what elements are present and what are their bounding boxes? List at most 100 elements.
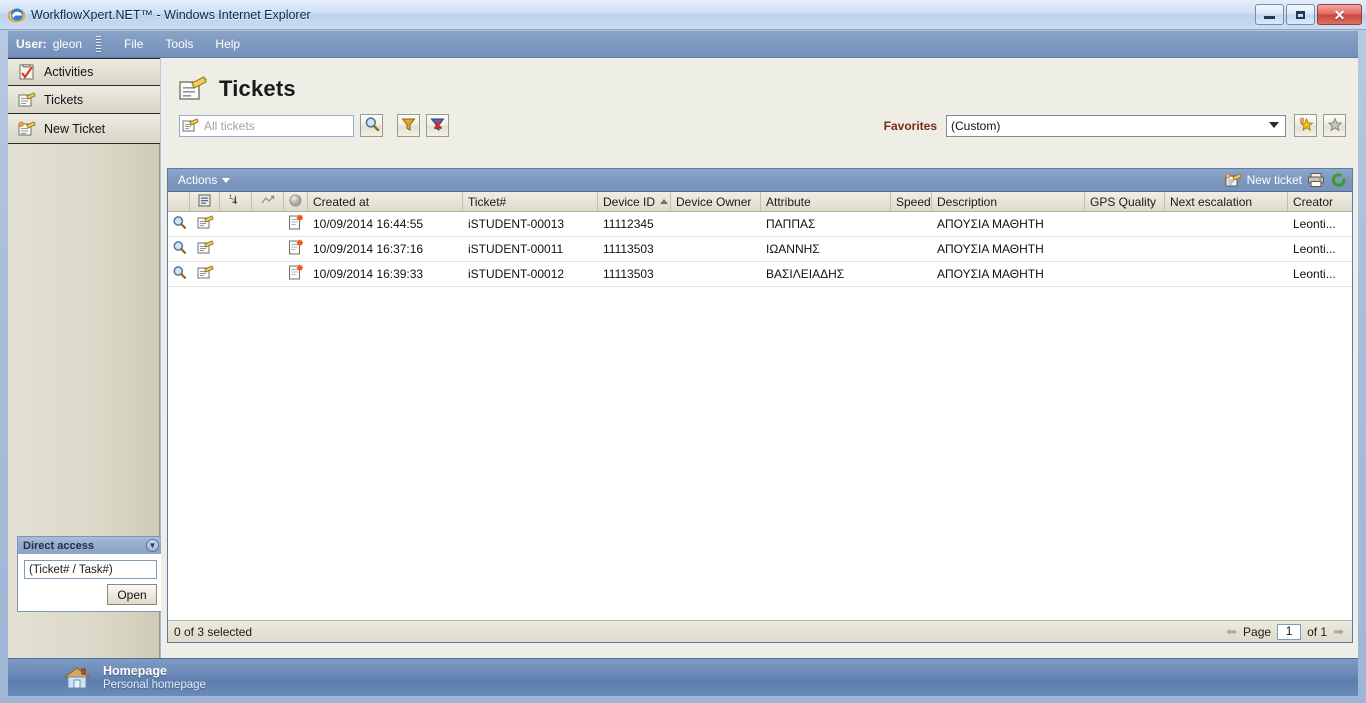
- funnel-clear-icon: [430, 117, 445, 135]
- user-menu-bar: User: gleon File Tools Help: [8, 31, 1358, 58]
- grid-header-created_at[interactable]: Created at: [308, 192, 463, 211]
- new-ticket-icon: [1225, 172, 1242, 188]
- add-favorite-button[interactable]: [1294, 114, 1317, 137]
- grid-header-device_owner[interactable]: Device Owner: [671, 192, 761, 211]
- new-document-icon: [288, 264, 305, 284]
- search-button[interactable]: [360, 114, 383, 137]
- search-input[interactable]: [200, 116, 361, 135]
- remove-favorite-button[interactable]: [1323, 114, 1346, 137]
- magnifier-icon[interactable]: [172, 240, 187, 258]
- ticket-icon[interactable]: [197, 240, 214, 258]
- ticket-box-icon: [182, 118, 200, 133]
- page-header: Tickets: [161, 58, 1358, 102]
- direct-access-header: Direct access ▼: [18, 537, 163, 554]
- ticket-icon: [18, 91, 36, 108]
- grid-header-creator[interactable]: Creator: [1288, 192, 1358, 211]
- column-label: Speed: [896, 194, 931, 209]
- grid-header-device_id[interactable]: Device ID: [598, 192, 671, 211]
- maximize-icon: [1296, 10, 1305, 19]
- clear-filter-button[interactable]: [426, 114, 449, 137]
- cell-details[interactable]: [190, 212, 220, 236]
- open-button[interactable]: Open: [107, 584, 157, 605]
- sidebar-item-tickets[interactable]: Tickets: [8, 86, 160, 114]
- cell-open[interactable]: [168, 212, 190, 236]
- cell-open[interactable]: [168, 262, 190, 286]
- user-label: User:: [16, 37, 47, 51]
- direct-access-input[interactable]: [24, 560, 157, 579]
- grid-header-description[interactable]: Description: [932, 192, 1085, 211]
- page-title: Tickets: [219, 76, 296, 101]
- new-ticket-button[interactable]: New ticket: [1225, 172, 1302, 188]
- menu-item-file[interactable]: File: [113, 33, 154, 55]
- grid-toolbar-right: New ticket: [1225, 172, 1348, 188]
- grid-header-flag[interactable]: [284, 192, 308, 211]
- sidebar-item-label: Activities: [44, 65, 94, 79]
- checklist-icon: [18, 63, 36, 80]
- window-titlebar: WorkflowXpert.NET™ - Windows Internet Ex…: [0, 0, 1366, 30]
- grid-header-details[interactable]: [190, 192, 220, 211]
- homepage-title: Homepage: [103, 663, 167, 678]
- table-row[interactable]: 10/09/2014 16:37:16 iSTUDENT-00011 1111350…: [168, 237, 1352, 262]
- cell-state: [252, 212, 284, 236]
- minimize-icon: [1264, 16, 1275, 19]
- refresh-icon[interactable]: [1330, 172, 1348, 188]
- ticket-icon[interactable]: [197, 265, 214, 283]
- grid-header-open[interactable]: [168, 192, 190, 211]
- homepage-bar[interactable]: Homepage Personal homepage: [8, 658, 1358, 696]
- table-row[interactable]: 10/09/2014 16:39:33 iSTUDENT-00012 1111350…: [168, 262, 1352, 287]
- new-document-icon: [288, 239, 305, 259]
- grid-header-next_escalation[interactable]: Next escalation: [1165, 192, 1288, 211]
- cell-details[interactable]: [190, 262, 220, 286]
- grid-header-speed[interactable]: Speed: [891, 192, 932, 211]
- cell-open[interactable]: [168, 237, 190, 261]
- favorites-select[interactable]: (Custom): [946, 114, 1286, 137]
- add-favorite-star-icon: [1298, 117, 1314, 135]
- remove-favorite-star-icon: [1327, 116, 1343, 135]
- tickets-grid-panel: Actions New ticket 1 2 Created at Ticket…: [167, 168, 1353, 643]
- direct-access-panel: Direct access ▼ Open: [17, 536, 164, 612]
- cell-details[interactable]: [190, 237, 220, 261]
- grid-header-ticket_no[interactable]: Ticket#: [463, 192, 598, 211]
- application-window: WorkflowXpert.NET™ - Windows Internet Ex…: [0, 0, 1366, 703]
- page-total-label: of 1: [1307, 624, 1328, 639]
- cell-history: [220, 237, 252, 261]
- cell-ticket_no: iSTUDENT-00013: [468, 217, 565, 231]
- minimize-button[interactable]: [1255, 4, 1284, 25]
- magnifier-icon[interactable]: [172, 215, 187, 233]
- house-icon: [63, 665, 91, 691]
- chevron-down-circle-icon[interactable]: ▼: [146, 539, 159, 552]
- search-field-wrapper: [179, 114, 361, 137]
- user-name: gleon: [52, 37, 83, 51]
- maximize-button[interactable]: [1286, 4, 1315, 25]
- arrow-right-icon[interactable]: ➡: [1333, 625, 1344, 638]
- left-sidebar: Activities Tickets New Ticket Direct acc…: [8, 58, 164, 658]
- printer-icon[interactable]: [1307, 172, 1325, 188]
- column-label: Device Owner: [676, 194, 752, 209]
- cell-description: ΑΠΟΥΣΙΑ ΜΑΘΗΤΗ: [937, 267, 1044, 281]
- column-label: Device ID: [603, 194, 656, 209]
- internet-explorer-icon: [7, 6, 26, 23]
- table-row[interactable]: 10/09/2014 16:44:55 iSTUDENT-00013 1111234…: [168, 212, 1352, 237]
- page-number-input[interactable]: [1277, 623, 1302, 640]
- close-button[interactable]: ✕: [1317, 4, 1362, 25]
- ticket-icon[interactable]: [197, 215, 214, 233]
- sidebar-item-new-ticket[interactable]: New Ticket: [8, 114, 160, 144]
- grid-toolbar: Actions New ticket: [168, 169, 1352, 192]
- actions-menu-button[interactable]: Actions: [174, 172, 234, 188]
- grid-header-attribute[interactable]: Attribute: [761, 192, 891, 211]
- cell-state: [252, 237, 284, 261]
- cell-attribute: ΠΑΠΠΑΣ: [766, 217, 816, 231]
- sidebar-item-activities[interactable]: Activities: [8, 58, 160, 86]
- cell-next_escalation: [1165, 212, 1288, 236]
- menu-item-tools[interactable]: Tools: [154, 33, 204, 55]
- arrow-left-icon[interactable]: ⬅: [1226, 625, 1237, 638]
- magnifier-icon[interactable]: [172, 265, 187, 283]
- cell-gps_quality: [1085, 212, 1165, 236]
- grid-header-history[interactable]: 12: [220, 192, 252, 211]
- filter-button[interactable]: [397, 114, 420, 137]
- grid-header-gps_quality[interactable]: GPS Quality: [1085, 192, 1165, 211]
- main-content: Tickets All tickets Favorites (Custom) A…: [161, 58, 1358, 658]
- menu-item-help[interactable]: Help: [204, 33, 251, 55]
- favorites-select-wrapper: (Custom): [946, 114, 1286, 137]
- grid-header-state[interactable]: [252, 192, 284, 211]
